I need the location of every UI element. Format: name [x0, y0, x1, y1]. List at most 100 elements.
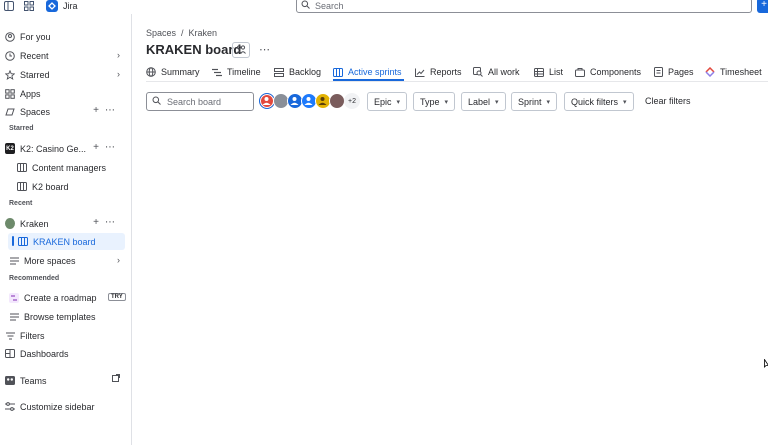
- epic-filter-dropdown[interactable]: Epic ▾: [367, 92, 408, 111]
- sidebar-item-filters[interactable]: Filters: [4, 327, 126, 344]
- tab-active-sprints[interactable]: Active sprints: [333, 64, 402, 80]
- board-icon: [17, 163, 27, 173]
- board-icon: [17, 182, 27, 192]
- sidebar-item-dashboards[interactable]: Dashboards: [4, 345, 126, 362]
- tab-components[interactable]: Components: [575, 64, 641, 80]
- globe-icon: [146, 67, 156, 77]
- sidebar-item-label: More spaces: [24, 255, 76, 266]
- app-name[interactable]: Jira: [63, 1, 78, 11]
- sidebar-item-label: K2 board: [32, 181, 69, 192]
- k2-space-avatar: K2: [5, 143, 15, 154]
- page-icon: [653, 67, 663, 77]
- tab-list[interactable]: List: [534, 64, 563, 80]
- active-indicator: [12, 236, 14, 246]
- clock-icon: [5, 50, 15, 61]
- space-actions[interactable]: +⋯: [93, 217, 121, 228]
- create-button[interactable]: +: [757, 0, 768, 13]
- breadcrumb-kraken-link[interactable]: Kraken: [189, 28, 218, 38]
- breadcrumb: Spaces / Kraken: [146, 28, 217, 38]
- jira-logo-icon[interactable]: [46, 0, 58, 12]
- chevron-down-icon: ▾: [396, 98, 401, 106]
- sidebar-item-label: KRAKEN board: [33, 236, 96, 247]
- sidebar-item-for-you[interactable]: For you: [4, 28, 126, 45]
- breadcrumb-spaces-link[interactable]: Spaces: [146, 28, 176, 38]
- filter-label: Sprint: [518, 96, 542, 107]
- quick-filters-dropdown[interactable]: Quick filters ▾: [564, 92, 634, 111]
- sidebar-item-label: Apps: [20, 88, 41, 99]
- sidebar-item-spaces[interactable]: Spaces +⋯: [4, 103, 126, 120]
- backlog-icon: [274, 67, 284, 77]
- search-placeholder: Search: [315, 0, 344, 11]
- list-icon: [9, 256, 19, 266]
- timesheet-app-icon: [705, 67, 715, 77]
- tab-label: All work: [488, 67, 520, 77]
- sidebar-item-label: K2: Casino Ge...: [20, 143, 87, 154]
- filter-label: Epic: [374, 96, 392, 107]
- tab-backlog[interactable]: Backlog: [274, 64, 321, 80]
- label-filter-dropdown[interactable]: Label ▾: [461, 92, 506, 111]
- sidebar-item-kraken-board[interactable]: KRAKEN board: [8, 233, 125, 250]
- sidebar-item-teams[interactable]: Teams: [4, 372, 126, 389]
- external-link-icon: [112, 374, 120, 384]
- apps-grid-icon: [5, 88, 15, 99]
- sidebar: For you Recent › Starred › Apps Spaces +…: [0, 14, 132, 445]
- board-search-input[interactable]: Search board: [146, 92, 254, 111]
- sprint-filter-dropdown[interactable]: Sprint ▾: [511, 92, 558, 111]
- dashboard-icon: [5, 349, 15, 359]
- people-icon: [236, 44, 246, 56]
- spaces-actions[interactable]: +⋯: [93, 105, 121, 116]
- tab-timesheet[interactable]: Timesheet: [705, 64, 762, 80]
- components-icon: [575, 67, 585, 77]
- sidebar-item-starred[interactable]: Starred ›: [4, 66, 126, 83]
- tab-label: Pages: [668, 67, 694, 77]
- filter-label: Label: [468, 96, 491, 107]
- tab-reports[interactable]: Reports: [415, 64, 462, 80]
- sidebar-item-label: Dashboards: [20, 348, 69, 359]
- sidebar-item-label: Create a roadmap: [24, 292, 97, 303]
- sidebar-item-more-spaces[interactable]: More spaces ›: [4, 252, 126, 269]
- sidebar-item-label: Starred: [20, 69, 50, 80]
- sidebar-item-label: Filters: [20, 330, 45, 341]
- sidebar-item-recent[interactable]: Recent ›: [4, 47, 126, 64]
- tabs-divider: [146, 81, 768, 82]
- type-filter-dropdown[interactable]: Type ▾: [413, 92, 456, 111]
- sidebar-item-apps[interactable]: Apps: [4, 85, 126, 102]
- sidebar-item-label: Spaces: [20, 106, 51, 117]
- board-search-placeholder: Search board: [167, 96, 222, 107]
- search-work-icon: [473, 67, 483, 77]
- avatar[interactable]: [329, 93, 345, 109]
- global-search-input[interactable]: Search: [296, 0, 752, 13]
- sidebar-item-content-managers[interactable]: Content managers: [12, 159, 126, 176]
- sidebar-item-browse-templates[interactable]: Browse templates: [4, 308, 126, 325]
- chevron-right-icon: ›: [117, 255, 120, 265]
- sidebar-item-kraken-space[interactable]: Kraken +⋯: [4, 215, 126, 232]
- tab-label: Timeline: [227, 67, 261, 77]
- filter-label: Type: [420, 96, 440, 107]
- tab-summary[interactable]: Summary: [146, 64, 200, 80]
- sidebar-item-k2-board[interactable]: K2 board: [12, 178, 126, 195]
- more-actions-icon[interactable]: ⋯: [259, 43, 270, 56]
- sidebar-toggle-icon[interactable]: [4, 1, 14, 11]
- app-switcher-icon[interactable]: [24, 1, 34, 11]
- star-icon: [5, 69, 15, 80]
- sidebar-item-create-roadmap[interactable]: Create a roadmap TRY: [4, 289, 126, 306]
- spaces-icon: [5, 107, 15, 117]
- chart-line-icon: [415, 67, 425, 77]
- teams-icon: [5, 376, 15, 386]
- list-icon: [9, 312, 19, 322]
- tab-label: Summary: [161, 67, 200, 77]
- team-button[interactable]: [232, 42, 250, 58]
- tab-all-work[interactable]: All work: [473, 64, 520, 80]
- more-avatars-badge[interactable]: +2: [344, 93, 360, 109]
- sidebar-item-customize-sidebar[interactable]: Customize sidebar: [4, 398, 126, 415]
- clear-filters-button[interactable]: Clear filters: [645, 96, 691, 106]
- tab-label: Components: [590, 67, 642, 77]
- tab-timeline[interactable]: Timeline: [212, 64, 261, 80]
- space-actions[interactable]: +⋯: [93, 142, 121, 153]
- tab-label: List: [549, 67, 564, 77]
- sidebar-item-k2-space[interactable]: K2 K2: Casino Ge... +⋯: [4, 140, 126, 157]
- sidebar-item-label: Recent: [20, 50, 49, 61]
- tab-pages[interactable]: Pages: [653, 64, 694, 80]
- search-icon: [152, 96, 161, 107]
- recent-section-label: Recent: [9, 200, 33, 207]
